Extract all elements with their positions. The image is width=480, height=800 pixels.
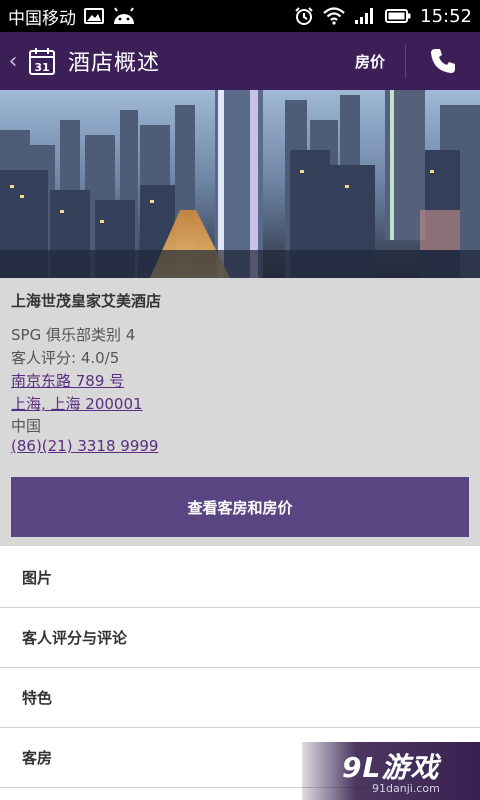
hotel-name: 上海世茂皇家艾美酒店 — [11, 292, 162, 310]
chevron-left-icon[interactable]: ‹ — [4, 49, 22, 74]
spg-category: SPG 俱乐部类别 4 — [11, 326, 136, 344]
battery-icon — [385, 8, 411, 24]
watermark: 9L游戏 91danji.com — [302, 742, 480, 800]
watermark-url: 91danji.com — [372, 782, 440, 795]
phone-link[interactable]: (86)(21) 3318 9999 — [11, 437, 158, 455]
watermark-logo: 9L游戏 — [342, 751, 440, 784]
alarm-icon — [294, 6, 314, 26]
list-item-label: 客房 — [22, 749, 53, 767]
list-item-label: 特色 — [22, 689, 53, 707]
guest-rating: 客人评分: 4.0/5 — [11, 349, 120, 367]
action-bar: ‹ 31 酒店概述 房价 — [0, 32, 480, 90]
image-notification-icon — [84, 8, 104, 24]
wifi-icon — [323, 7, 345, 25]
hotel-info-panel: 上海世茂皇家艾美酒店 SPG 俱乐部类别 4 客人评分: 4.0/5 南京东路 … — [0, 278, 480, 546]
list-item-label: 图片 — [22, 569, 53, 587]
calendar-icon[interactable]: 31 — [28, 46, 56, 76]
view-rooms-button[interactable]: 查看客房和房价 — [11, 477, 469, 537]
country: 中国 — [11, 417, 42, 435]
page-title: 酒店概述 — [68, 51, 161, 76]
calendar-day: 31 — [34, 61, 49, 74]
address-line1-link[interactable]: 南京东路 789 号 — [11, 370, 124, 391]
menu-item-photos[interactable]: 图片 — [0, 548, 480, 608]
menu-item-features[interactable]: 特色 — [0, 668, 480, 728]
menu-item-reviews[interactable]: 客人评分与评论 — [0, 608, 480, 668]
phone-icon[interactable] — [406, 32, 480, 90]
status-clock: 15:52 — [420, 5, 472, 27]
price-button[interactable]: 房价 — [355, 51, 385, 72]
carrier-name: 中国移动 — [8, 8, 76, 29]
signal-icon — [354, 7, 376, 25]
address-line2-link[interactable]: 上海, 上海 200001 — [11, 393, 143, 414]
hotel-photo[interactable] — [0, 90, 480, 278]
status-bar: 中国移动 15:52 — [0, 0, 480, 32]
list-item-label: 客人评分与评论 — [22, 629, 128, 647]
android-icon — [112, 7, 136, 25]
